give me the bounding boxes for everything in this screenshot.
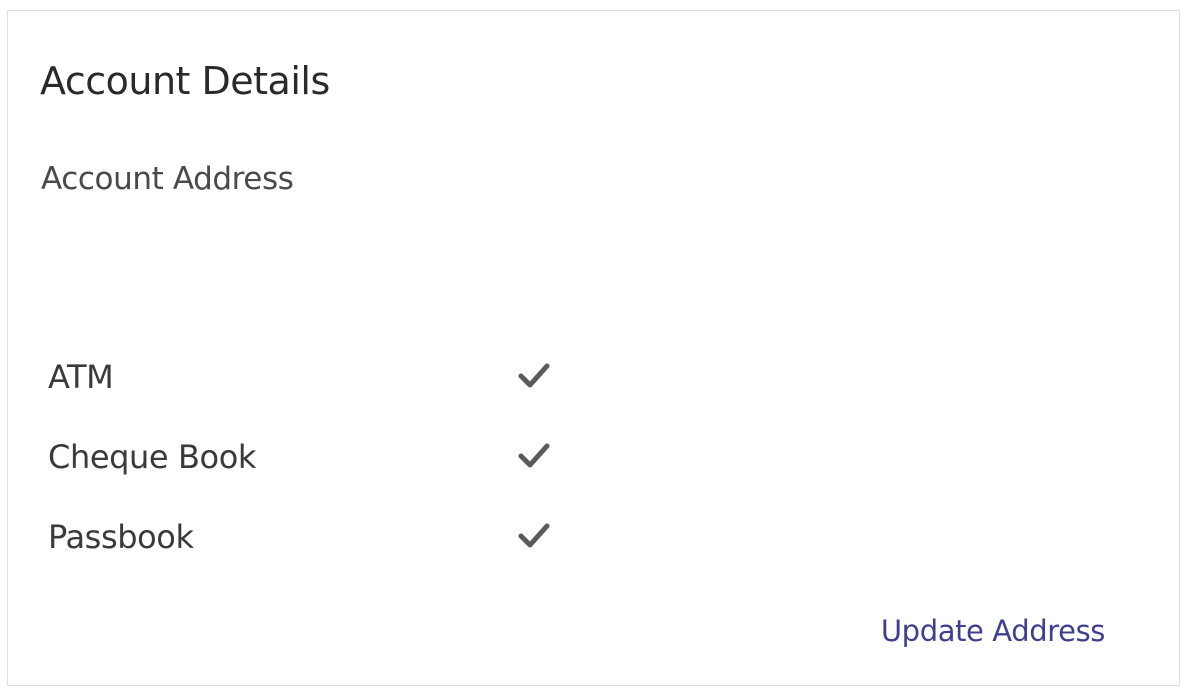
check-icon: [514, 515, 554, 555]
top-edge: [0, 0, 1186, 10]
page: Account Details Account Address ATM Cheq…: [0, 0, 1186, 689]
feature-list: ATM Cheque Book Passbook: [48, 357, 608, 597]
feature-row-passbook: Passbook: [48, 517, 608, 597]
account-details-card: Account Details Account Address ATM Cheq…: [7, 10, 1180, 686]
update-address-link[interactable]: Update Address: [881, 611, 1106, 651]
account-address-label: Account Address: [41, 161, 294, 197]
card-title: Account Details: [40, 59, 330, 103]
feature-label-cheque-book: Cheque Book: [48, 438, 257, 476]
feature-label-passbook: Passbook: [48, 518, 194, 556]
feature-row-cheque-book: Cheque Book: [48, 437, 608, 517]
feature-row-atm: ATM: [48, 357, 608, 437]
feature-label-atm: ATM: [48, 358, 114, 396]
check-icon: [514, 355, 554, 395]
check-icon: [514, 435, 554, 475]
